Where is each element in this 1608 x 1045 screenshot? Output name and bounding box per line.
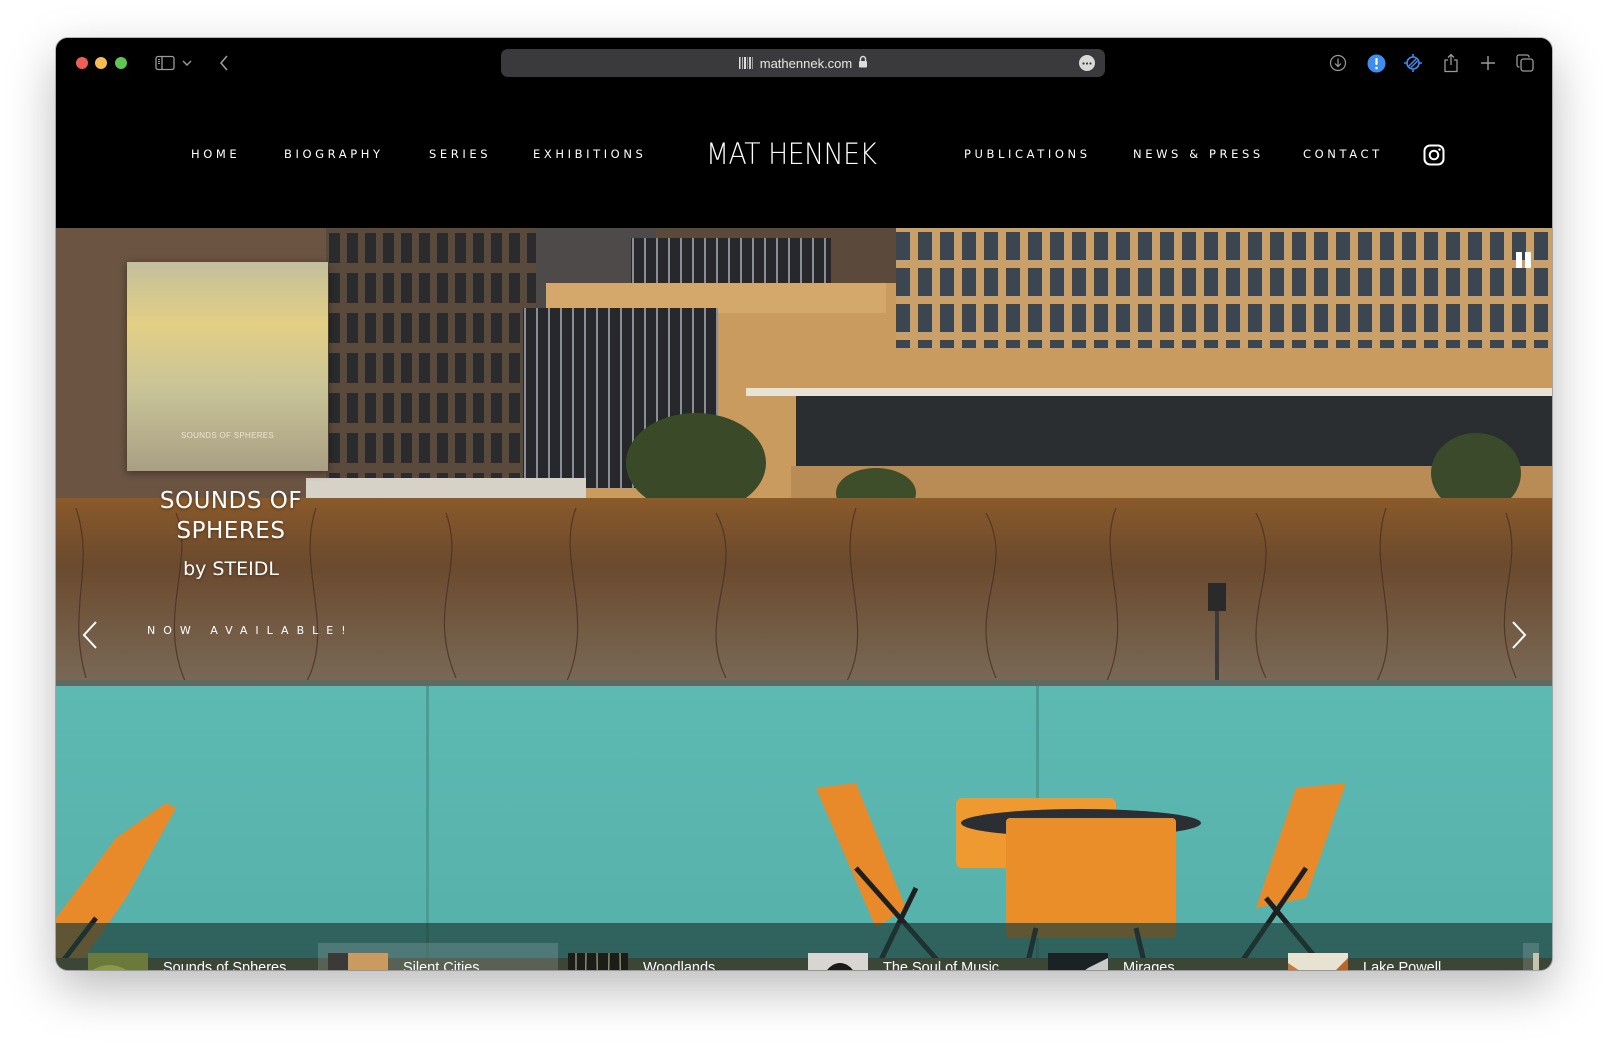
strip-item-mirages[interactable]: Mirages bbox=[1038, 943, 1278, 970]
tab-overview-icon[interactable] bbox=[1514, 52, 1536, 74]
hero-title-line2: SPHERES bbox=[176, 518, 286, 544]
series-thumbnail-strip: Sounds of Spheres Silent Cities Woodland… bbox=[56, 923, 1552, 970]
more-options-icon[interactable] bbox=[1079, 55, 1095, 71]
hero-title-line1: SOUNDS OF bbox=[159, 488, 303, 514]
strip-label: Sounds of Spheres bbox=[163, 960, 287, 970]
nav-series[interactable]: SERIES bbox=[429, 134, 491, 174]
hero-caption: SOUNDS OF SPHERES by STEIDL bbox=[116, 486, 346, 580]
thumbnail-the-soul-of-music bbox=[808, 953, 868, 970]
nav-exhibitions[interactable]: EXHIBITIONS bbox=[533, 134, 646, 174]
now-available-link[interactable]: NOW AVAILABLE! bbox=[147, 624, 354, 637]
strip-label: Silent Cities bbox=[403, 960, 480, 970]
site-favicon-icon bbox=[738, 56, 754, 70]
close-window-button[interactable] bbox=[76, 57, 88, 69]
site-navigation: HOME BIOGRAPHY SERIES EXHIBITIONS MAT HE… bbox=[56, 90, 1552, 228]
lock-icon bbox=[858, 55, 868, 71]
previous-slide-arrow-icon[interactable] bbox=[78, 618, 102, 652]
strip-item-lake-powell[interactable]: Lake Powell bbox=[1278, 943, 1518, 970]
thumbnail-sounds-of-spheres bbox=[88, 953, 148, 970]
thumbnail-lake-powell bbox=[1288, 953, 1348, 970]
nav-home[interactable]: HOME bbox=[191, 134, 240, 174]
strip-label: Mirages bbox=[1123, 960, 1175, 970]
chevron-down-icon[interactable] bbox=[180, 51, 194, 75]
strip-item-the-soul-of-music[interactable]: The Soul of Music bbox=[798, 943, 1038, 970]
strip-label: The Soul of Music bbox=[883, 960, 1000, 970]
hero-slider: SOUNDS OF SPHERES SOUNDS OF SPHERES by S… bbox=[56, 228, 1552, 970]
download-icon[interactable] bbox=[1327, 52, 1349, 74]
minimize-window-button[interactable] bbox=[95, 57, 107, 69]
browser-window: mathennek.com HOME BIOGRAPHY SERIES EXHI… bbox=[56, 38, 1552, 970]
site-logo[interactable]: MAT HENNEK bbox=[706, 132, 877, 176]
sidebar-icon[interactable] bbox=[154, 51, 176, 75]
nav-publications[interactable]: PUBLICATIONS bbox=[964, 134, 1091, 174]
pause-icon[interactable] bbox=[1516, 252, 1532, 268]
hero-subtitle: by STEIDL bbox=[183, 558, 279, 580]
instagram-icon[interactable] bbox=[1423, 144, 1445, 166]
zoom-window-button[interactable] bbox=[115, 57, 127, 69]
nav-contact[interactable]: CONTACT bbox=[1303, 134, 1383, 174]
nav-news-press[interactable]: NEWS & PRESS bbox=[1133, 134, 1264, 174]
book-cover-image[interactable]: SOUNDS OF SPHERES bbox=[127, 262, 328, 471]
thumbnail-mirages bbox=[1048, 953, 1108, 970]
hero-title: SOUNDS OF SPHERES bbox=[116, 486, 346, 546]
vpn-icon[interactable] bbox=[1402, 52, 1424, 74]
nav-biography[interactable]: BIOGRAPHY bbox=[284, 134, 384, 174]
strip-item-woodlands[interactable]: Woodlands bbox=[558, 943, 798, 970]
next-slide-arrow-icon[interactable] bbox=[1507, 618, 1531, 652]
new-tab-icon[interactable] bbox=[1477, 52, 1499, 74]
thumbnail-woodlands bbox=[568, 953, 628, 970]
url-text[interactable]: mathennek.com bbox=[760, 56, 853, 71]
book-cover-title: SOUNDS OF SPHERES bbox=[180, 431, 275, 440]
strip-label: Woodlands bbox=[643, 960, 716, 970]
strip-label: Lake Powell bbox=[1363, 960, 1442, 970]
browser-toolbar: mathennek.com bbox=[56, 38, 1552, 90]
alert-icon[interactable] bbox=[1365, 52, 1387, 74]
strip-item-sounds-of-spheres[interactable]: Sounds of Spheres bbox=[78, 943, 318, 970]
address-bar[interactable]: mathennek.com bbox=[501, 49, 1105, 77]
thumbnail-silent-cities bbox=[328, 953, 388, 970]
strip-next-item-partial[interactable] bbox=[1523, 943, 1539, 970]
strip-item-silent-cities[interactable]: Silent Cities bbox=[318, 943, 558, 970]
back-icon[interactable] bbox=[216, 51, 232, 75]
share-icon[interactable] bbox=[1440, 52, 1462, 74]
